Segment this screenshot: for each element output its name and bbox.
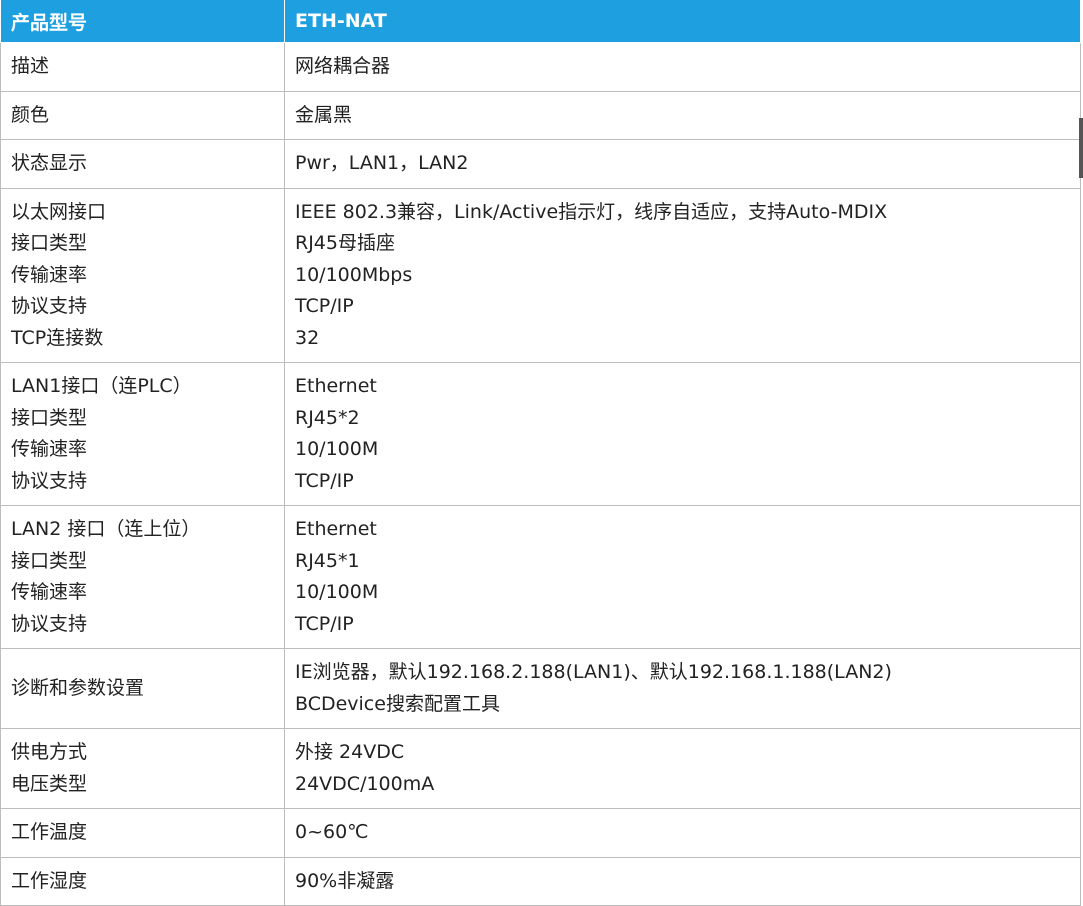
spec-label-cell: LAN2 接口（连上位） 接口类型传输速率协议支持 bbox=[0, 505, 285, 649]
spec-label-line: LAN1接口（连PLC） bbox=[11, 375, 192, 397]
spec-label-line: 电压类型 bbox=[11, 772, 88, 795]
spec-label-line: 传输速率 bbox=[11, 438, 88, 460]
spec-value-line: TCP/IP bbox=[295, 612, 354, 635]
spec-value-line: 24VDC/100mA bbox=[295, 772, 435, 795]
spec-label-line: 传输速率 bbox=[11, 581, 88, 603]
spec-value-line: Ethernet bbox=[295, 518, 377, 540]
spec-value-line: 金属黑 bbox=[295, 103, 353, 126]
spec-value-line: 0~60℃ bbox=[295, 821, 369, 843]
table-row: LAN2 接口（连上位） 接口类型传输速率协议支持 Ethernet RJ45*1 10… bbox=[0, 505, 1081, 649]
spec-label-line: 状态显示 bbox=[11, 152, 88, 174]
spec-value-line: 10/100Mbps bbox=[295, 263, 413, 286]
spec-value-cell: IE浏览器，默认192.168.2.188(LAN1)、默认192.168.1.… bbox=[284, 648, 1081, 729]
spec-value-line: Pwr，LAN1，LAN2 bbox=[295, 152, 469, 174]
spec-label-line: 工作湿度 bbox=[11, 869, 88, 892]
spec-label-line: TCP连接数 bbox=[11, 326, 104, 349]
spec-label-cell: 供电方式 电压类型 bbox=[0, 728, 285, 809]
table-row: 以太网接口接口类型传输速率协议支持 TCP连接数 IEEE 802.3兼容，Link… bbox=[0, 187, 1081, 363]
spec-value-line: TCP/IP bbox=[295, 295, 354, 317]
spec-label-line: 供电方式 bbox=[11, 741, 88, 763]
spec-value-cell: 金属黑 bbox=[284, 90, 1081, 140]
spec-value-cell: 网络耦合器 bbox=[284, 42, 1081, 92]
spec-value-line: 外接 24VDC bbox=[295, 741, 405, 763]
table-body: 描述 网络耦合器 颜色 金属黑 状态显示 Pwr，LAN1，LAN2 以太网接口 接口类型 传输… bbox=[0, 42, 1081, 906]
spec-value-cell: 90%非凝露 bbox=[284, 856, 1081, 906]
spec-label-line: 以太网接口 bbox=[11, 200, 107, 223]
table-row: 颜色 金属黑 bbox=[0, 90, 1081, 140]
spec-label-line: 协议支持 bbox=[11, 612, 88, 635]
spec-label-cell: 状态显示 bbox=[0, 139, 285, 189]
spec-value-line: 10/100M bbox=[295, 438, 379, 460]
spec-label-line: 协议支持 bbox=[11, 469, 88, 492]
header-label-cell: 产品型号 bbox=[0, 0, 285, 43]
spec-label-cell: 诊断和参数设置 bbox=[0, 648, 285, 729]
spec-value-line: 网络耦合器 bbox=[295, 55, 391, 77]
spec-label-line: 接口类型 bbox=[11, 406, 88, 429]
spec-label-line: 诊断和参数设置 bbox=[11, 676, 145, 699]
spec-label-cell: 以太网接口接口类型传输速率协议支持 TCP连接数 bbox=[0, 187, 285, 363]
spec-value-line: 90%非凝露 bbox=[295, 869, 395, 892]
spec-value-line: RJ45母插座 bbox=[295, 232, 395, 254]
spec-label-line: 接口类型 bbox=[11, 549, 88, 572]
spec-value-cell: Ethernet RJ45*1 10/100M TCP/IP bbox=[284, 505, 1081, 649]
spec-value-line: RJ45*2 bbox=[295, 406, 360, 429]
spec-value-line: 32 bbox=[295, 326, 320, 349]
table-header-row: 产品型号 ETH-NAT bbox=[0, 0, 1081, 43]
spec-label-cell: 工作温度 bbox=[0, 808, 285, 858]
scrollbar-thumb[interactable] bbox=[1079, 118, 1083, 178]
spec-value-line: IE浏览器，默认192.168.2.188(LAN1)、默认192.168.1.… bbox=[295, 661, 892, 683]
table-row: 工作温度 0~60℃ bbox=[0, 808, 1081, 858]
spec-label-line: LAN2 接口（连上位） bbox=[11, 518, 201, 540]
spec-label-line: 接口类型 bbox=[11, 232, 88, 254]
spec-label-cell: 工作湿度 bbox=[0, 856, 285, 906]
spec-label-line: 描述 bbox=[11, 55, 50, 77]
spec-label-line: 工作温度 bbox=[11, 821, 88, 843]
spec-value-cell: Pwr，LAN1，LAN2 bbox=[284, 139, 1081, 189]
spec-label-cell: 颜色 bbox=[0, 90, 285, 140]
spec-value-line: BCDevice搜索配置工具 bbox=[295, 692, 500, 715]
spec-value-line: RJ45*1 bbox=[295, 549, 360, 572]
spec-value-line: IEEE 802.3兼容，Link/Active指示灯，线序自适应，支持Auto… bbox=[295, 200, 888, 223]
spec-label-cell: LAN1接口（连PLC） 接口类型传输速率协议支持 bbox=[0, 362, 285, 506]
spec-value-cell: 外接 24VDC 24VDC/100mA bbox=[284, 728, 1081, 809]
spec-value-cell: IEEE 802.3兼容，Link/Active指示灯，线序自适应，支持Auto… bbox=[284, 187, 1081, 363]
spec-value-cell: 0~60℃ bbox=[284, 808, 1081, 858]
table-row: 诊断和参数设置 IE浏览器，默认192.168.2.188(LAN1)、默认192… bbox=[0, 648, 1081, 729]
table-row: 供电方式 电压类型 外接 24VDC 24VDC/100mA bbox=[0, 728, 1081, 809]
spec-value-line: TCP/IP bbox=[295, 469, 354, 492]
spec-label-line: 协议支持 bbox=[11, 295, 88, 317]
spec-value-line: Ethernet bbox=[295, 375, 377, 397]
spec-value-line: 10/100M bbox=[295, 581, 379, 603]
spec-label-line: 颜色 bbox=[11, 103, 50, 126]
table-row: 状态显示 Pwr，LAN1，LAN2 bbox=[0, 139, 1081, 189]
table-row: 工作湿度 90%非凝露 bbox=[0, 856, 1081, 906]
spec-table: 产品型号 ETH-NAT 描述 网络耦合器颜色 金属黑状态显示 Pwr，LAN1，LA… bbox=[0, 0, 1081, 906]
spec-label-line: 传输速率 bbox=[11, 263, 88, 286]
header-value-cell: ETH-NAT bbox=[284, 0, 1081, 43]
spec-value-cell: Ethernet RJ45*2 10/100M TCP/IP bbox=[284, 362, 1081, 506]
table-row: LAN1接口（连PLC） 接口类型传输速率协议支持 Ethernet RJ45*2 10… bbox=[0, 362, 1081, 506]
spec-label-cell: 描述 bbox=[0, 42, 285, 92]
table-row: 描述 网络耦合器 bbox=[0, 42, 1081, 92]
